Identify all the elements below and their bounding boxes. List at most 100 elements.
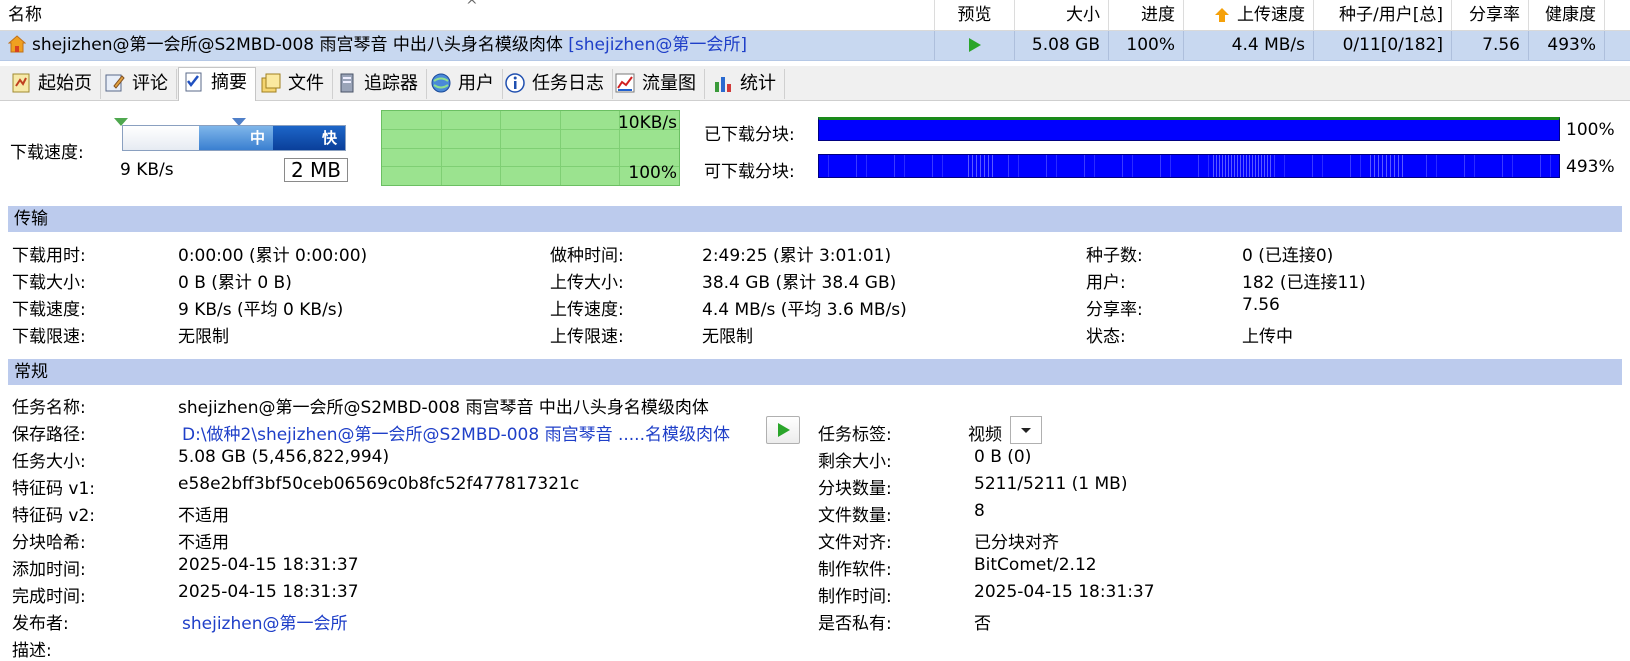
- seeds-peers-cell: 0/11[0/182]: [1314, 31, 1452, 60]
- tab-trackers[interactable]: 追踪器: [332, 69, 427, 99]
- mini-speed-graph: 10KB/s 100%: [381, 110, 680, 186]
- tab-statistics[interactable]: 统计: [708, 69, 785, 99]
- slider-medium-segment: 中: [199, 126, 273, 150]
- download-speed-label: 下载速度:: [12, 300, 86, 320]
- statistics-icon: [715, 77, 731, 92]
- available-pieces-bar: [818, 154, 1560, 178]
- tab-trackers-label: 追踪器: [364, 73, 418, 94]
- piece-band: [1367, 155, 1403, 177]
- table-row[interactable]: shejizhen@第一会所@S2MBD-008 雨宫琴音 中出八头身名模级肉体…: [0, 31, 1630, 61]
- download-size-value: 0 B (累计 0 B): [178, 273, 292, 293]
- health-cell: 493%: [1529, 31, 1605, 60]
- seeding-house-icon: [8, 35, 26, 53]
- downloaded-pieces-value: 100%: [1566, 120, 1615, 140]
- size-cell: 5.08 GB: [1015, 31, 1109, 60]
- seed-time-value: 2:49:25 (累计 3:01:01): [702, 246, 892, 266]
- tracker-server-icon: [340, 73, 354, 93]
- torrent-tag[interactable]: [shejizhen@第一会所]: [568, 35, 747, 55]
- piece-count-label: 分块数量:: [818, 479, 892, 499]
- private-value: 否: [974, 614, 991, 634]
- column-progress-label: 进度: [1141, 5, 1175, 25]
- status-value: 上传中: [1242, 327, 1293, 347]
- tab-task-log[interactable]: 任务日志: [500, 69, 613, 99]
- file-count-label: 文件数量:: [818, 506, 892, 526]
- hash-v1-value: e58e2bff3bf50ceb06569c0b8fc52f477817321c: [178, 474, 580, 494]
- torrent-name-cell[interactable]: shejizhen@第一会所@S2MBD-008 雨宫琴音 中出八头身名模级肉体…: [0, 31, 935, 60]
- tab-start-page-label: 起始页: [38, 73, 92, 94]
- column-header-health[interactable]: 健康度: [1529, 0, 1605, 30]
- description-label: 描述:: [12, 641, 52, 661]
- start-page-icon: [12, 73, 30, 93]
- transfer-section-header: 传输: [8, 206, 1622, 232]
- seeds-value: 0 (已连接0): [1242, 246, 1334, 266]
- task-tag-value: 视频: [968, 425, 1002, 445]
- column-seeds-peers-label: 种子/用户[总]: [1339, 5, 1443, 25]
- upload-speed-cell: 4.4 MB/s: [1184, 31, 1314, 60]
- download-time-value: 0:00:00 (累计 0:00:00): [178, 246, 368, 266]
- cache-size-box[interactable]: 2 MB: [284, 158, 348, 182]
- traffic-graph-icon: [615, 73, 635, 93]
- column-ratio-label: 分享率: [1469, 5, 1520, 25]
- tab-comments[interactable]: 评论: [100, 69, 177, 99]
- upload-speed-label: 上传速度:: [550, 300, 624, 320]
- column-preview-label: 预览: [957, 5, 992, 25]
- open-folder-play-button[interactable]: [766, 416, 800, 444]
- download-speed-value: 9 KB/s (平均 0 KB/s): [178, 300, 344, 320]
- graph-scale-label: 10KB/s: [617, 113, 677, 133]
- file-alignment-value: 已分块对齐: [974, 533, 1059, 553]
- column-header-progress[interactable]: 进度: [1109, 0, 1184, 30]
- graph-gridline: [382, 148, 679, 149]
- column-header-ratio[interactable]: 分享率: [1452, 0, 1529, 30]
- seeds-label: 种子数:: [1086, 246, 1143, 266]
- download-speed-slider[interactable]: 中 快: [122, 125, 346, 151]
- peers-globe-icon: [431, 73, 451, 93]
- column-header-seeds-peers[interactable]: 种子/用户[总]: [1314, 0, 1452, 30]
- private-label: 是否私有:: [818, 614, 892, 634]
- task-tag-dropdown[interactable]: [1010, 416, 1042, 444]
- current-speed-value: 9 KB/s: [120, 160, 174, 180]
- remaining-size-value: 0 B (0): [974, 447, 1032, 467]
- file-alignment-label: 文件对齐:: [818, 533, 892, 553]
- piece-hash-label: 分块哈希:: [12, 533, 86, 553]
- column-header-upload-speed[interactable]: 上传速度: [1184, 0, 1314, 30]
- tab-traffic-graph[interactable]: 流量图: [610, 69, 705, 99]
- progress-cell: 100%: [1109, 31, 1184, 60]
- available-pieces-value: 493%: [1566, 157, 1615, 177]
- file-count-value: 8: [974, 501, 985, 521]
- completed-time-value: 2025-04-15 18:31:37: [178, 582, 359, 602]
- tab-files[interactable]: 文件: [256, 69, 333, 99]
- downloaded-pieces-bar: [818, 117, 1560, 141]
- column-header-preview[interactable]: 预览: [935, 0, 1015, 30]
- ratio-label: 分享率:: [1086, 300, 1143, 320]
- downloaded-pieces-label: 已下载分块:: [704, 125, 795, 145]
- checklist-icon: [185, 72, 202, 92]
- task-name-label: 任务名称:: [12, 398, 86, 418]
- preview-cell[interactable]: [935, 31, 1015, 60]
- tab-summary-label: 摘要: [211, 72, 247, 93]
- publisher-label: 发布者:: [12, 614, 69, 634]
- preview-play-icon[interactable]: [968, 38, 981, 52]
- info-icon: [505, 73, 525, 93]
- upload-arrow-icon: [1215, 8, 1229, 22]
- column-upload-speed-label: 上传速度: [1237, 5, 1305, 25]
- tab-files-label: 文件: [288, 73, 324, 94]
- save-path-link[interactable]: D:\做种2\shejizhen@第一会所@S2MBD-008 雨宫琴音 ...…: [182, 420, 730, 445]
- tab-peers[interactable]: 用户: [426, 69, 503, 99]
- slider-fast-segment: 快: [273, 126, 345, 150]
- created-by-label: 制作软件:: [818, 560, 892, 580]
- ratio-cell: 7.56: [1452, 31, 1529, 60]
- tab-summary[interactable]: 摘要: [178, 67, 256, 101]
- tab-traffic-graph-label: 流量图: [642, 73, 696, 94]
- piece-count-value: 5211/5211 (1 MB): [974, 474, 1128, 494]
- creation-time-value: 2025-04-15 18:31:37: [974, 582, 1155, 602]
- tab-start-page[interactable]: 起始页: [6, 69, 101, 99]
- remaining-size-label: 剩余大小:: [818, 452, 892, 472]
- tab-task-log-label: 任务日志: [532, 73, 604, 94]
- publisher-link[interactable]: shejizhen@第一会所: [182, 609, 347, 634]
- download-limit-value: 无限制: [178, 327, 229, 347]
- slider-slow-segment: [123, 126, 199, 150]
- column-header-size[interactable]: 大小: [1015, 0, 1109, 30]
- torrent-name: shejizhen@第一会所@S2MBD-008 雨宫琴音 中出八头身名模级肉体: [32, 35, 563, 55]
- tab-comments-label: 评论: [132, 73, 168, 94]
- upload-size-value: 38.4 GB (累计 38.4 GB): [702, 273, 897, 293]
